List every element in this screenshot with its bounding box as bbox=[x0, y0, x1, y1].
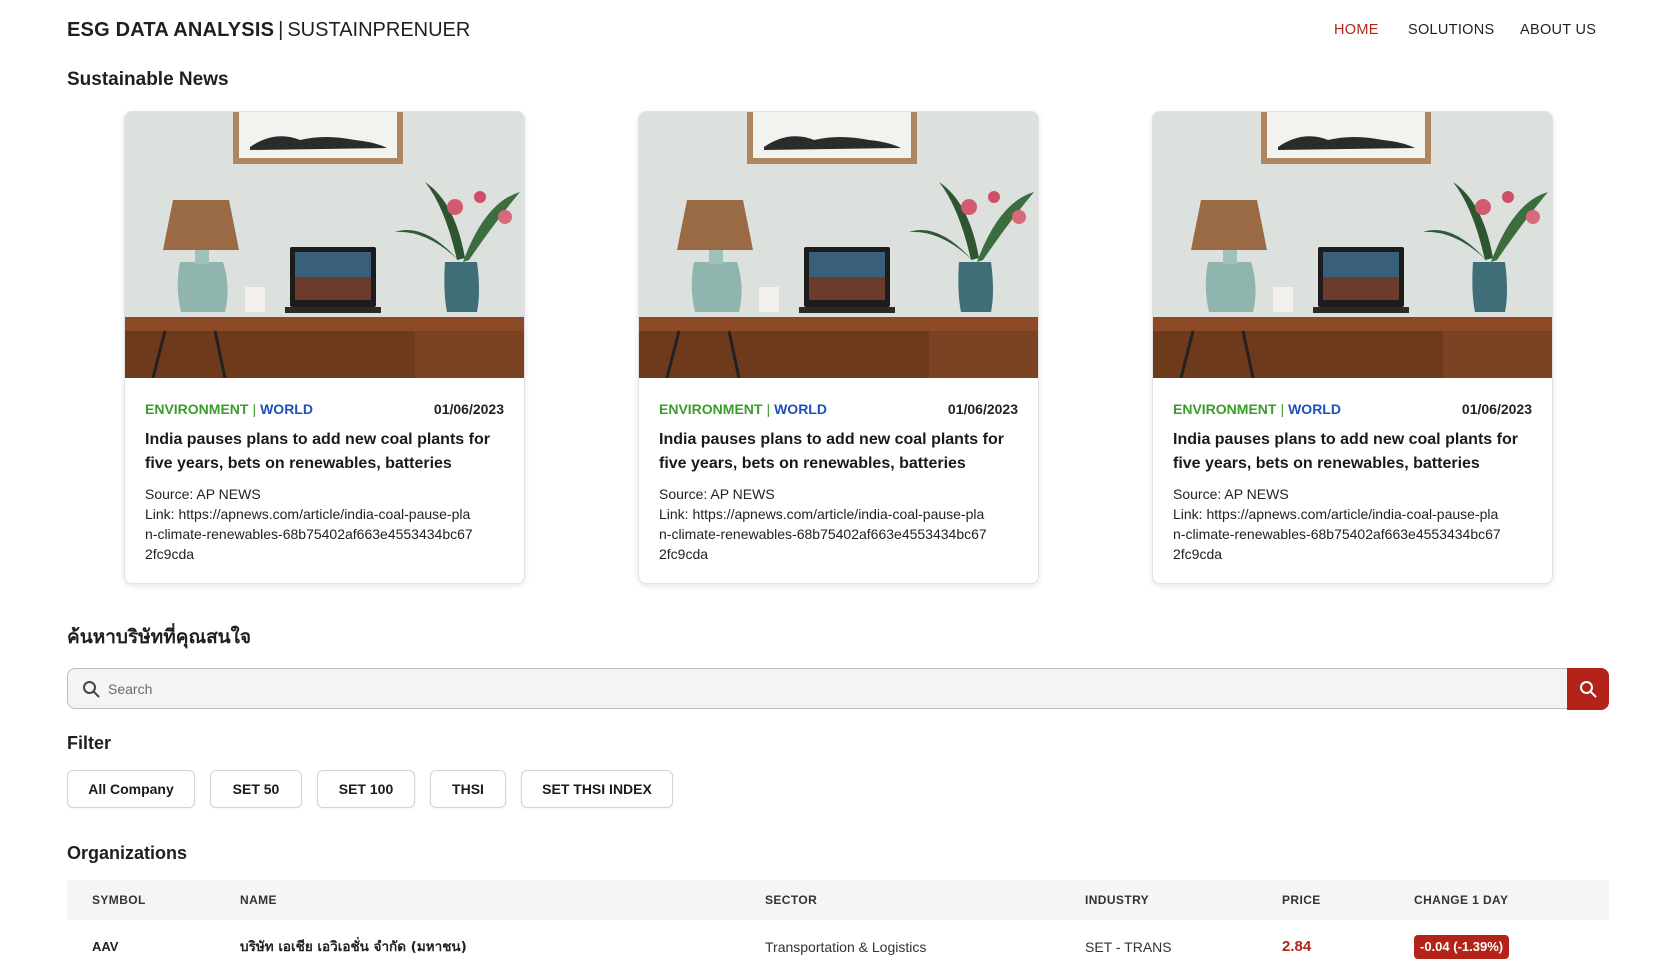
search-section-title: ค้นหาบริษัทที่คุณสนใจ bbox=[67, 626, 252, 648]
nav-solutions[interactable]: SOLUTIONS bbox=[1408, 20, 1495, 40]
news-category: ENVIRONMENT | WORLD bbox=[1173, 400, 1341, 418]
news-card[interactable]: ENVIRONMENT | WORLD 01/06/2023 India pause… bbox=[1152, 111, 1553, 584]
nav-home[interactable]: HOME bbox=[1334, 20, 1379, 40]
organizations-title: Organizations bbox=[67, 843, 188, 863]
news-link[interactable]: Link: https://apnews.com/article/india-c… bbox=[1173, 504, 1503, 564]
category-environment[interactable]: ENVIRONMENT bbox=[659, 401, 762, 417]
filter-set-100[interactable]: SET 100 bbox=[317, 770, 415, 808]
news-section-title: Sustainable News bbox=[67, 69, 229, 90]
category-environment[interactable]: ENVIRONMENT bbox=[1173, 401, 1276, 417]
news-source: Source: AP NEWS bbox=[1173, 486, 1289, 502]
news-headline[interactable]: India pauses plans to add new coal plant… bbox=[145, 428, 505, 476]
news-card[interactable]: ENVIRONMENT | WORLD 01/06/2023 India pause… bbox=[638, 111, 1039, 584]
news-source: Source: AP NEWS bbox=[659, 486, 775, 502]
search-icon bbox=[1580, 681, 1597, 698]
category-environment[interactable]: ENVIRONMENT bbox=[145, 401, 248, 417]
news-image bbox=[1153, 112, 1552, 378]
row-industry: SET - TRANS bbox=[1085, 939, 1172, 955]
news-image bbox=[639, 112, 1038, 378]
news-headline[interactable]: India pauses plans to add new coal plant… bbox=[1173, 428, 1533, 476]
filter-set-50[interactable]: SET 50 bbox=[210, 770, 302, 808]
table-header: SYMBOL NAME SECTOR INDUSTRY PRICE CHANGE… bbox=[67, 880, 1609, 920]
brand-logo[interactable]: ESG DATA ANALYSIS | SUSTAINPRENUER bbox=[67, 18, 470, 42]
news-image bbox=[125, 112, 524, 378]
news-date: 01/06/2023 bbox=[433, 401, 504, 417]
category-separator: | bbox=[1280, 401, 1285, 417]
news-card[interactable]: ENVIRONMENT | WORLD 01/06/2023 India pause… bbox=[124, 111, 525, 584]
row-sector: Transportation & Logistics bbox=[765, 939, 927, 955]
row-price: 2.84 bbox=[1282, 938, 1312, 955]
category-separator: | bbox=[252, 401, 257, 417]
column-symbol[interactable]: SYMBOL bbox=[92, 892, 146, 908]
news-link[interactable]: Link: https://apnews.com/article/india-c… bbox=[145, 504, 475, 564]
news-date: 01/06/2023 bbox=[1461, 401, 1532, 417]
column-change-1-day[interactable]: CHANGE 1 DAY bbox=[1414, 892, 1508, 908]
search-input[interactable] bbox=[108, 669, 1548, 708]
filter-set-thsi-index[interactable]: SET THSI INDEX bbox=[521, 770, 673, 808]
news-headline[interactable]: India pauses plans to add new coal plant… bbox=[659, 428, 1019, 476]
brand-subtitle: SUSTAINPRENUER bbox=[287, 19, 471, 41]
category-world[interactable]: WORLD bbox=[774, 401, 827, 417]
filter-thsi[interactable]: THSI bbox=[430, 770, 506, 808]
brand-separator: | bbox=[278, 19, 284, 41]
search-icon bbox=[83, 681, 100, 698]
brand-title: ESG DATA ANALYSIS bbox=[67, 19, 275, 41]
column-name[interactable]: NAME bbox=[240, 892, 277, 908]
search-button[interactable] bbox=[1567, 668, 1609, 710]
row-symbol[interactable]: AAV bbox=[92, 938, 118, 956]
row-name[interactable]: บริษัท เอเชีย เอวิเอชั่น จำกัด (มหาชน) bbox=[240, 938, 467, 956]
column-price[interactable]: PRICE bbox=[1282, 892, 1321, 908]
category-separator: | bbox=[766, 401, 771, 417]
category-world[interactable]: WORLD bbox=[1288, 401, 1341, 417]
news-date: 01/06/2023 bbox=[947, 401, 1018, 417]
column-sector[interactable]: SECTOR bbox=[765, 892, 817, 908]
filter-title: Filter bbox=[67, 733, 112, 753]
change-badge: -0.04 (-1.39%) bbox=[1414, 935, 1510, 959]
news-category: ENVIRONMENT | WORLD bbox=[659, 400, 827, 418]
news-category: ENVIRONMENT | WORLD bbox=[145, 400, 313, 418]
category-world[interactable]: WORLD bbox=[260, 401, 313, 417]
column-industry[interactable]: INDUSTRY bbox=[1085, 892, 1149, 908]
filter-all-company[interactable]: All Company bbox=[67, 770, 195, 808]
news-source: Source: AP NEWS bbox=[145, 486, 261, 502]
search-bar bbox=[67, 668, 1568, 709]
nav-about-us[interactable]: ABOUT US bbox=[1520, 20, 1596, 40]
news-link[interactable]: Link: https://apnews.com/article/india-c… bbox=[659, 504, 989, 564]
